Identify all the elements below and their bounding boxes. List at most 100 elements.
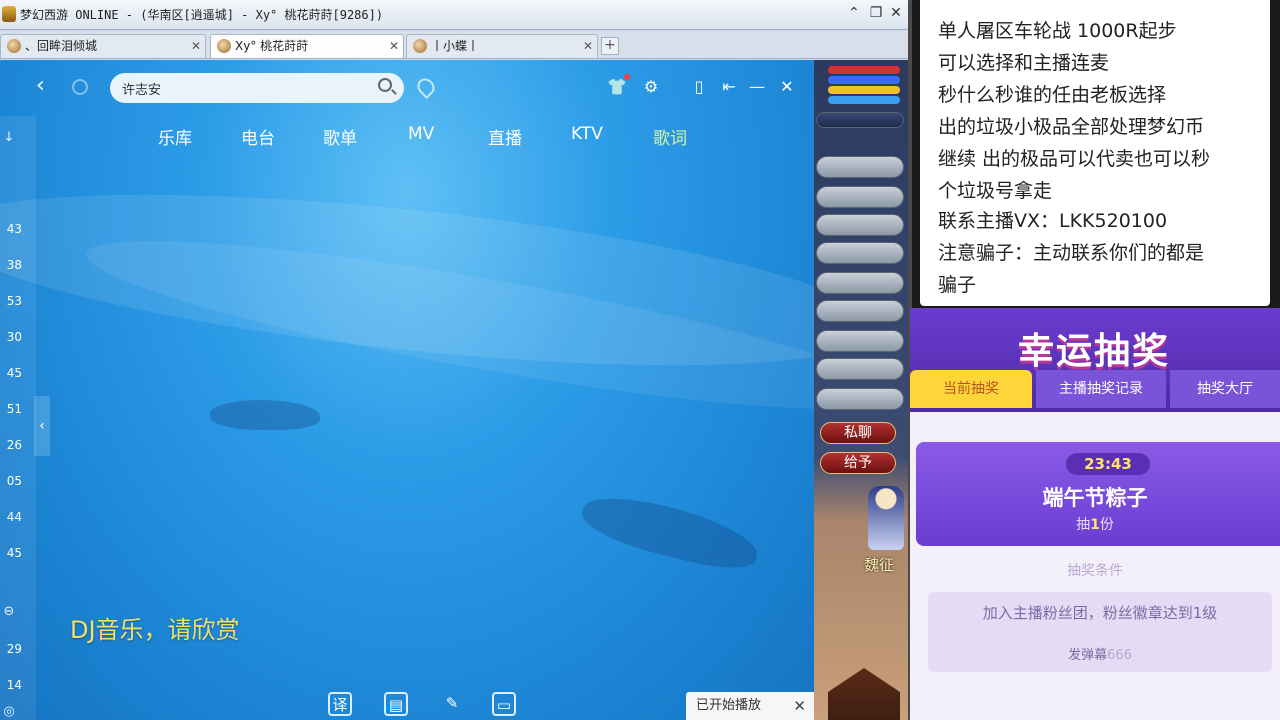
list-item-time: 29	[6, 642, 22, 656]
tab-lottery-hall[interactable]: 抽奖大厅	[1170, 370, 1280, 408]
restore-button[interactable]: ❐	[866, 4, 886, 22]
give-button[interactable]: 给予	[820, 452, 896, 474]
tab-close-icon[interactable]: ✕	[191, 35, 201, 57]
lottery-panel: 幸运抽奖 当前抽奖 主播抽奖记录 抽奖大厅 23:43 端午节粽子 抽1份 抽奖…	[910, 308, 1280, 720]
tab-1[interactable]: 、回眸泪倾城 ✕	[0, 34, 206, 58]
tab-lottery-history[interactable]: 主播抽奖记录	[1036, 370, 1166, 408]
more-icon[interactable]: ⊖	[0, 604, 18, 622]
tab-3[interactable]: 丨小蝶丨 ✕	[406, 34, 598, 58]
tab-radio[interactable]: 电台	[241, 124, 275, 149]
notice-line: 注意骗子：主动联系你们的都是	[938, 242, 1205, 264]
tab-library[interactable]: 乐库	[158, 124, 192, 149]
conditions-box: 加入主播粉丝团，粉丝徽章达到1级 发弹幕666	[928, 592, 1272, 672]
tab-label: Xy° 桃花莳莳	[235, 39, 309, 53]
close-button[interactable]: ✕	[886, 4, 906, 22]
mp-bar	[828, 76, 900, 84]
list-item-time: 53	[6, 294, 22, 308]
npc-sprite[interactable]	[868, 486, 904, 550]
list-item-time: 51	[6, 402, 22, 416]
player-nav: 乐库 电台 歌单 MV 直播 KTV 歌词	[0, 124, 814, 152]
private-chat-button[interactable]: 私聊	[820, 422, 896, 444]
game-menu-button[interactable]	[816, 272, 904, 294]
desktop-lyric-icon[interactable]: ▤	[384, 692, 408, 716]
search-box	[110, 73, 404, 103]
app-icon	[2, 6, 16, 22]
game-menu-button[interactable]	[816, 156, 904, 178]
close-icon[interactable]: ✕	[776, 76, 798, 98]
minimize-icon[interactable]: —	[746, 76, 768, 98]
prize-card: 23:43 端午节粽子 抽1份	[916, 442, 1280, 546]
toast-text: 已开始播放	[696, 698, 762, 713]
minimize-button[interactable]: ⌃	[844, 4, 864, 22]
notice-line: 出的垃圾小极品全部处理梦幻币	[938, 116, 1205, 138]
window-title: 梦幻西游 ONLINE - (华南区[逍遥城] - Xy° 桃花莳莳[9286]…	[20, 8, 384, 22]
lyric-line: DJ音乐，请欣赏	[70, 616, 240, 644]
settings-icon[interactable]: ◎	[0, 704, 18, 720]
game-menu-button[interactable]	[816, 242, 904, 264]
condition-text: 加入主播粉丝团，粉丝徽章达到1级	[982, 604, 1218, 622]
condition-danmu: 发弹幕666	[1068, 648, 1132, 663]
karaoke-icon[interactable]: ✎	[440, 692, 464, 716]
list-item-time: 43	[6, 222, 22, 236]
side-list: ↓ 43 38 53 30 45 51 26 05 44 45 ⊖ 29 14 …	[0, 116, 36, 720]
game-menu-button[interactable]	[816, 388, 904, 410]
search-icon[interactable]	[378, 78, 392, 92]
tab-label: 丨小蝶丨	[431, 39, 480, 53]
hp-bar	[828, 66, 900, 74]
game-window: 梦幻西游 ONLINE - (华南区[逍遥城] - Xy° 桃花莳莳[9286]…	[0, 0, 908, 720]
refresh-icon[interactable]	[72, 79, 88, 95]
tab-close-icon[interactable]: ✕	[389, 35, 399, 57]
notice-line: 可以选择和主播连麦	[938, 52, 1110, 74]
tab-current-lottery[interactable]: 当前抽奖	[910, 370, 1032, 408]
new-tab-button[interactable]: +	[601, 37, 619, 55]
avatar-icon	[413, 39, 427, 53]
translate-icon[interactable]: 译	[328, 692, 352, 716]
music-player: ↓ 43 38 53 30 45 51 26 05 44 45 ⊖ 29 14 …	[0, 60, 814, 720]
notice-box: 单人屠区车轮战 1000R起步 可以选择和主播连麦 秒什么秒谁的任由老板选择 出…	[920, 0, 1270, 306]
avatar-icon	[217, 39, 231, 53]
tab-label: 、回眸泪倾城	[25, 39, 98, 53]
notice-line: 继续 出的极品可以代卖也可以秒	[938, 148, 1211, 170]
lottery-header: 幸运抽奖 当前抽奖 主播抽奖记录 抽奖大厅	[910, 308, 1280, 412]
search-input[interactable]	[122, 78, 362, 98]
tab-live[interactable]: 直播	[488, 124, 522, 149]
whale-graphic	[576, 486, 764, 578]
avatar-icon	[7, 39, 21, 53]
building-sprite	[828, 668, 900, 720]
list-item-time: 45	[6, 546, 22, 560]
game-menu-button[interactable]	[816, 214, 904, 236]
collapse-handle-icon[interactable]: ‹	[34, 396, 50, 456]
toast-close-icon[interactable]: ✕	[793, 692, 806, 720]
tab-mv[interactable]: MV	[408, 124, 434, 144]
tab-bar: 、回眸泪倾城 ✕ Xy° 桃花莳莳 ✕ 丨小蝶丨 ✕ +	[0, 31, 908, 59]
tab-ktv[interactable]: KTV	[571, 124, 603, 144]
tab-close-icon[interactable]: ✕	[583, 35, 593, 57]
game-menu-bar	[816, 112, 904, 128]
mini-mode-icon[interactable]: ▯	[688, 76, 710, 98]
npc-name: 魏征	[864, 556, 895, 574]
tab-2[interactable]: Xy° 桃花莳莳 ✕	[210, 34, 404, 58]
game-menu-button[interactable]	[816, 186, 904, 208]
notice-line: 个垃圾号拿走	[938, 180, 1053, 202]
game-menu-button[interactable]	[816, 358, 904, 380]
list-item-time: 44	[6, 510, 22, 524]
dock-icon[interactable]: ⇤	[718, 76, 740, 98]
game-menu-button[interactable]	[816, 300, 904, 322]
energy-bar	[828, 96, 900, 104]
comment-icon[interactable]: ▭	[492, 692, 516, 716]
settings-icon[interactable]: ⚙	[640, 76, 662, 98]
skin-icon[interactable]: 👕	[606, 76, 628, 98]
prize-name: 端午节粽子	[1042, 486, 1148, 510]
tab-playlists[interactable]: 歌单	[323, 124, 357, 149]
screen: 梦幻西游 ONLINE - (华南区[逍遥城] - Xy° 桃花莳莳[9286]…	[0, 0, 1280, 720]
back-icon[interactable]: ‹	[36, 75, 45, 97]
whale-graphic	[210, 400, 320, 430]
lottery-title: 幸运抽奖	[1018, 331, 1171, 372]
game-menu-button[interactable]	[816, 330, 904, 352]
voice-search-icon[interactable]	[413, 74, 439, 100]
notice-line: 单人屠区车轮战 1000R起步	[938, 20, 1177, 42]
tab-lyrics[interactable]: 歌词	[653, 124, 687, 149]
game-scene: 私聊 给予 魏征	[812, 60, 908, 720]
list-item-time: 05	[6, 474, 22, 488]
exp-bar	[828, 86, 900, 94]
